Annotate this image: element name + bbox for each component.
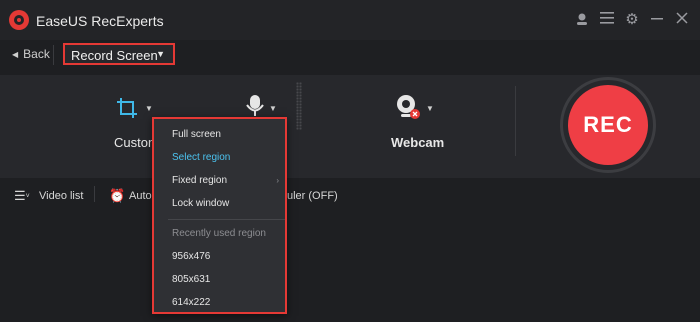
video-list-icon[interactable]: ☰˅ — [14, 188, 30, 204]
close-icon[interactable] — [673, 11, 691, 29]
app-logo-icon — [9, 10, 29, 30]
minimize-icon[interactable] — [648, 11, 666, 29]
region-dropdown-menu: Full screen Select region Fixed region ›… — [152, 117, 287, 314]
menu-item-lock-window[interactable]: Lock window — [172, 198, 229, 209]
webcam-label: Webcam — [391, 135, 445, 150]
recent-region-heading: Recently used region — [172, 228, 266, 239]
menu-icon[interactable] — [598, 11, 616, 29]
scheduler-label[interactable]: uler (OFF) — [287, 190, 338, 202]
back-label: Back — [23, 47, 50, 61]
auto-label[interactable]: Auto — [129, 190, 152, 202]
dropdown-caret-icon: ▼ — [156, 49, 165, 59]
rec-button[interactable]: REC — [560, 77, 656, 173]
menu-divider — [168, 219, 285, 220]
audio-caret-icon[interactable]: ▼ — [269, 104, 277, 113]
menu-item-recent-region[interactable]: 805x631 — [172, 274, 210, 285]
menu-item-recent-region[interactable]: 956x476 — [172, 251, 210, 262]
record-mode-label: Record Screen — [71, 48, 158, 63]
record-mode-dropdown[interactable]: Record Screen ▼ — [63, 43, 175, 65]
divider — [94, 186, 95, 202]
back-arrow-icon: ◀ — [12, 50, 19, 59]
rec-button-label: REC — [568, 85, 648, 165]
menu-item-select-region[interactable]: Select region — [172, 152, 230, 163]
submenu-arrow-icon: › — [276, 176, 279, 185]
alarm-clock-icon[interactable]: ⏰ — [109, 188, 125, 204]
panel-divider-dots — [296, 82, 302, 130]
app-title: EaseUS RecExperts — [36, 13, 164, 29]
app-window: EaseUS RecExperts ⚙ ◀ Back Record Screen … — [0, 0, 700, 322]
account-icon[interactable] — [573, 11, 591, 29]
divider — [53, 45, 54, 65]
webcam-caret-icon[interactable]: ▼ — [426, 104, 434, 113]
webcam-icon[interactable] — [395, 94, 421, 125]
video-list-label[interactable]: Video list — [39, 190, 83, 202]
menu-item-recent-region[interactable]: 614x222 — [172, 297, 210, 308]
panel-divider — [515, 86, 516, 156]
back-button[interactable]: ◀ Back — [12, 47, 50, 61]
menu-item-full-screen[interactable]: Full screen — [172, 129, 221, 140]
bottom-toolbar — [0, 180, 700, 210]
menu-item-fixed-region[interactable]: Fixed region — [172, 175, 227, 186]
title-bar: EaseUS RecExperts ⚙ — [0, 0, 700, 40]
crop-region-icon[interactable] — [115, 96, 139, 125]
region-caret-icon[interactable]: ▼ — [145, 104, 153, 113]
settings-gear-icon[interactable]: ⚙ — [623, 11, 641, 29]
